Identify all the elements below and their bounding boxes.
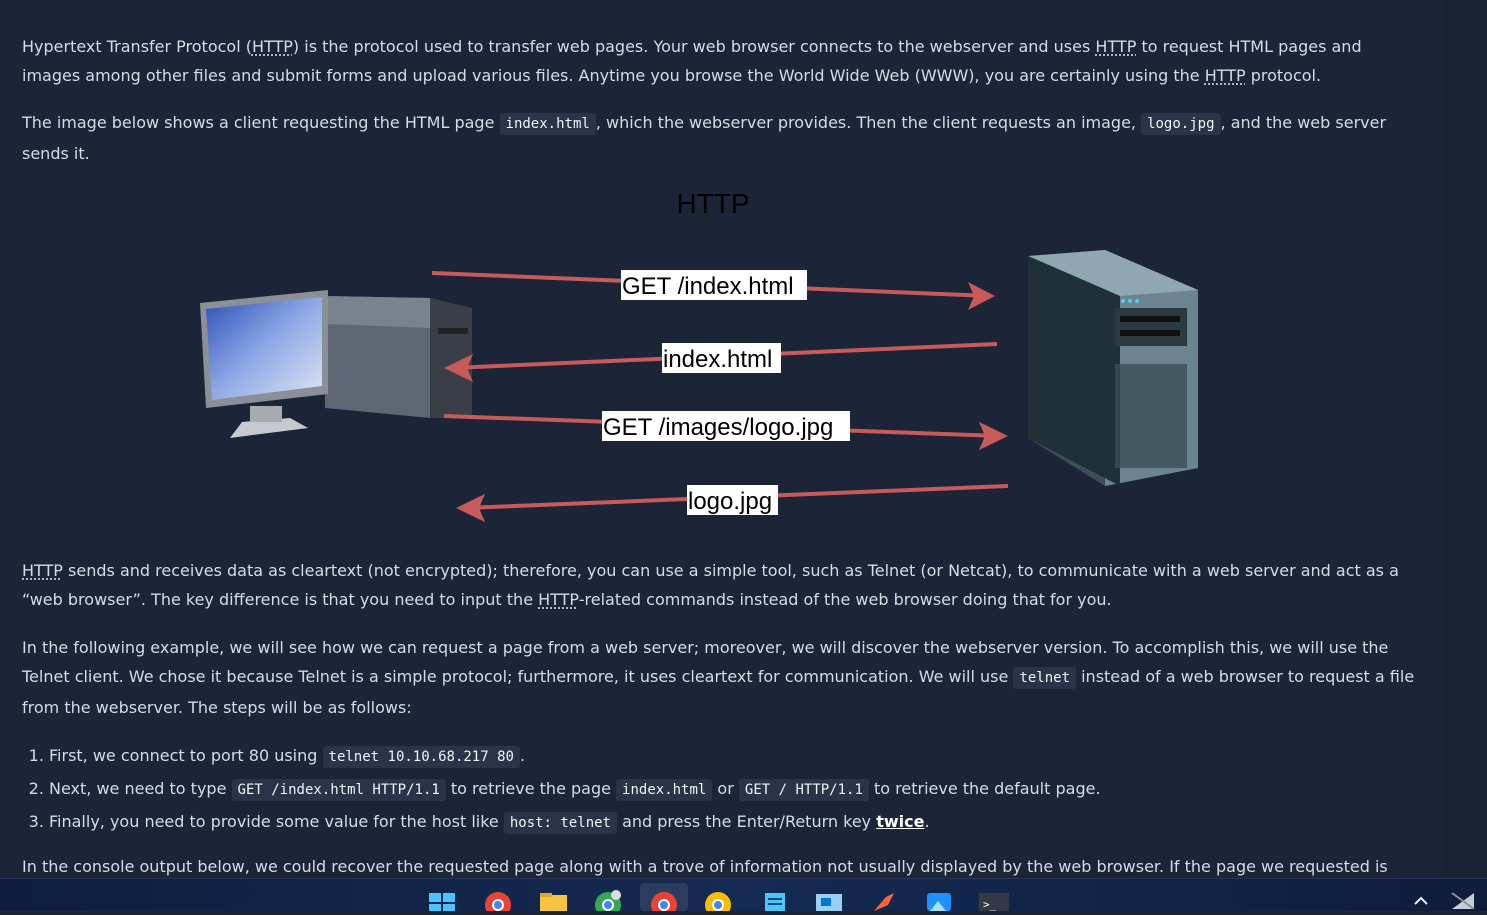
steps-list: First, we connect to port 80 using telne… [22,741,1417,840]
label-index-html: index.html [663,346,772,373]
http-diagram-svg: HTTP GET /index.html index.html GET /ima… [190,168,1250,538]
label-logo-jpg: logo.jpg [688,488,772,515]
file-explorer-icon[interactable] [539,889,567,911]
photos-icon[interactable] [925,889,953,911]
paragraph-cleartext: HTTP sends and receives data as cleartex… [22,556,1417,614]
notepad-icon[interactable] [762,889,790,911]
text: , which the webserver provides. Then the… [596,113,1141,132]
abbr-http[interactable]: HTTP [1205,66,1246,85]
inline-code: logo.jpg [1141,113,1220,135]
inline-code: telnet [1013,667,1076,689]
page-frame: Hypertext Transfer Protocol (HTTP) is th… [0,0,1487,910]
emphasis-twice: twice [876,812,924,831]
abbr-http[interactable]: HTTP [252,37,293,56]
text: The image below shows a client requestin… [22,113,500,132]
http-diagram: HTTP GET /index.html index.html GET /ima… [190,168,1250,538]
server-icon [1028,250,1198,486]
paragraph-telnet-example: In the following example, we will see ho… [22,633,1417,722]
inline-code: index.html [616,779,712,801]
chrome-active-icon[interactable] [640,883,688,911]
right-gutter [1442,0,1487,878]
inline-code: index.html [500,113,596,135]
chrome-alt-icon[interactable] [704,889,732,911]
text: -related commands instead of the web bro… [579,590,1112,609]
chrome-profile-icon[interactable] [594,889,622,911]
remote-desktop-icon[interactable] [815,889,843,911]
list-item: Finally, you need to provide some value … [49,807,1417,838]
inline-code: GET / HTTP/1.1 [739,779,869,801]
label-get-logo: GET /images/logo.jpg [603,414,833,441]
terminal-icon[interactable]: >_ [978,889,1006,911]
article-content: Hypertext Transfer Protocol (HTTP) is th… [0,0,1442,878]
windows-start-icon[interactable] [428,889,456,911]
diagram-title: HTTP [676,188,749,219]
client-computer-icon [200,290,472,438]
list-item: Next, we need to type GET /index.html HT… [49,774,1417,805]
paragraph-console-output: In the console output below, we could re… [22,852,1417,878]
inline-code: telnet 10.10.68.217 80 [323,746,520,768]
chevron-up-icon[interactable] [1414,893,1428,909]
abbr-http[interactable]: HTTP [1095,37,1136,56]
text: ) is the protocol used to transfer web p… [293,37,1095,56]
inline-code: GET /index.html HTTP/1.1 [232,779,446,801]
abbr-http[interactable]: HTTP [22,561,63,580]
inline-code: host: telnet [504,812,617,834]
burp-suite-icon[interactable] [870,889,898,911]
network-icon[interactable] [1450,889,1476,913]
abbr-http[interactable]: HTTP [538,590,579,609]
paragraph-image-description: The image below shows a client requestin… [22,108,1417,168]
text: protocol. [1246,66,1321,85]
chrome-icon[interactable] [484,889,512,911]
paragraph-http-intro: Hypertext Transfer Protocol (HTTP) is th… [22,32,1417,90]
list-item: First, we connect to port 80 using telne… [49,741,1417,772]
svg-text:>_: >_ [983,898,997,911]
label-get-index: GET /index.html [622,273,794,300]
windows-taskbar: >_ [0,878,1487,911]
text: Hypertext Transfer Protocol ( [22,37,252,56]
